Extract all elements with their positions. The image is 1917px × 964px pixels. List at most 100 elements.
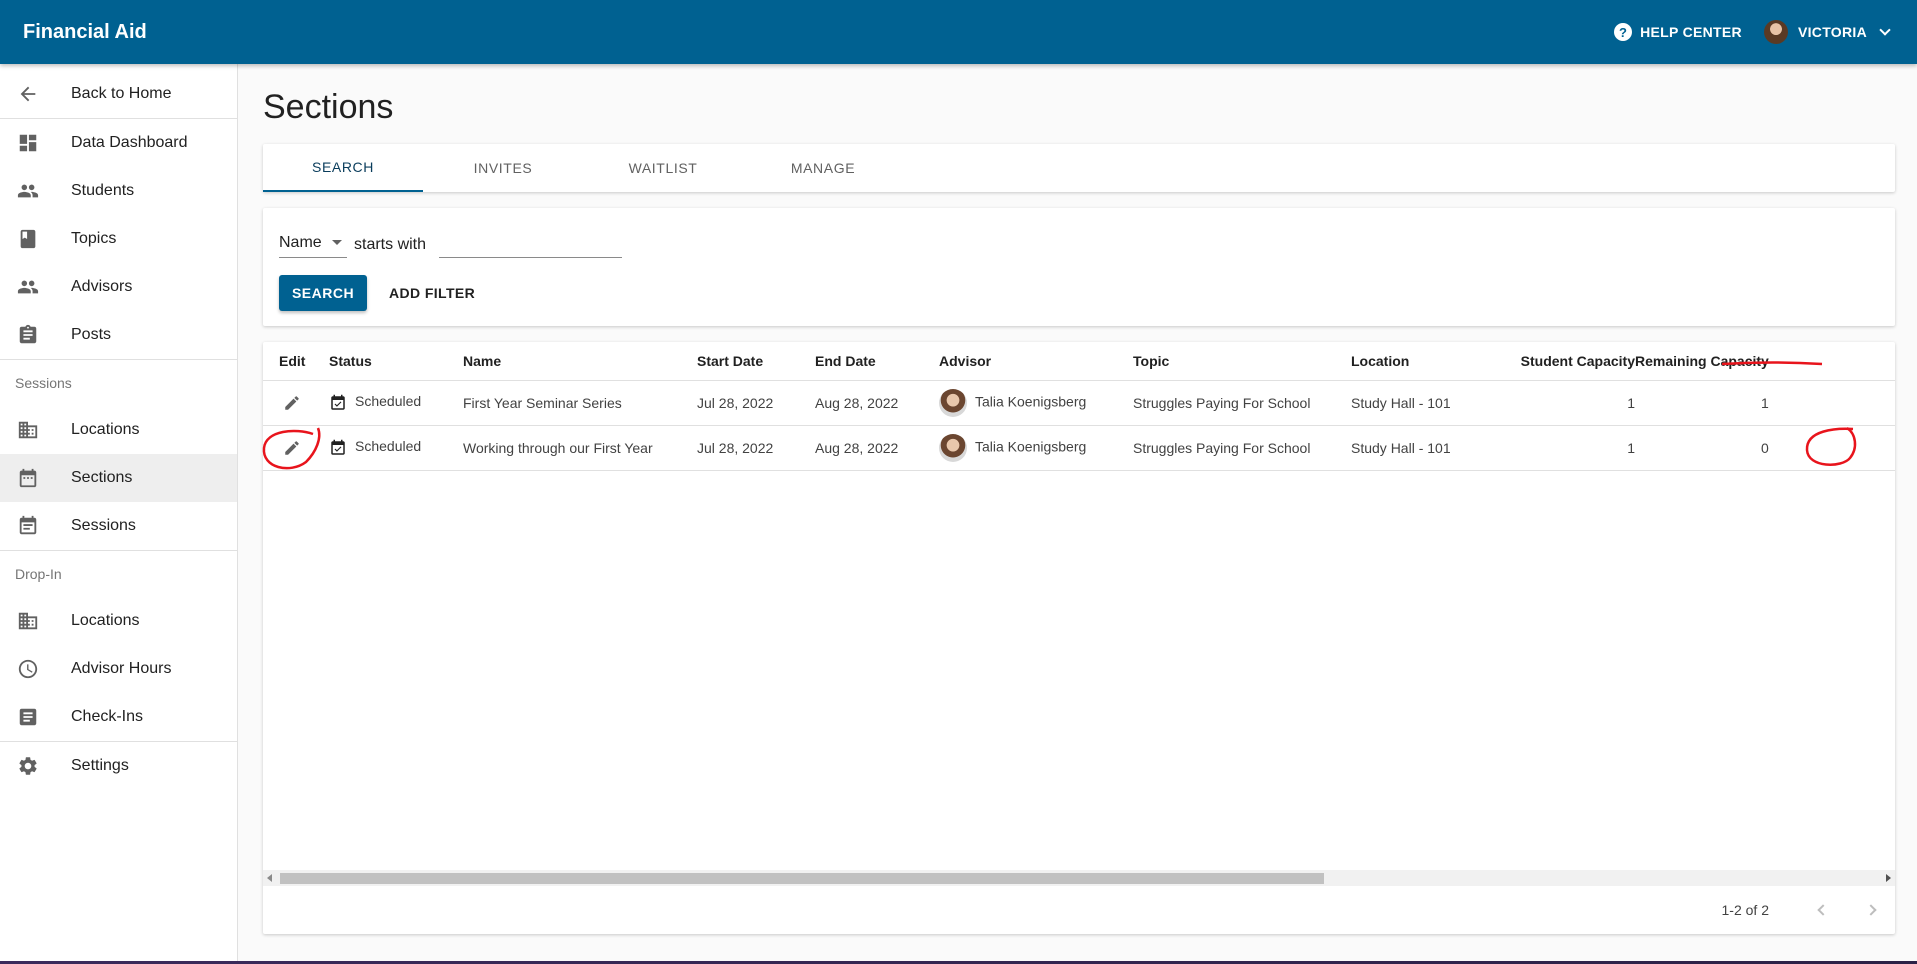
- end-date: Aug 28, 2022: [815, 379, 939, 425]
- sidebar-item-session-locations[interactable]: Locations: [0, 406, 237, 454]
- people-icon: [16, 275, 40, 299]
- sidebar-item-data-dashboard[interactable]: Data Dashboard: [0, 119, 237, 167]
- column-header-start-date[interactable]: Start Date: [697, 342, 815, 380]
- search-button[interactable]: SEARCH: [279, 275, 367, 311]
- sidebar-item-sessions[interactable]: Sessions: [0, 502, 237, 550]
- edit-pencil-icon[interactable]: [283, 438, 301, 455]
- filter-value-input[interactable]: [439, 228, 622, 258]
- sidebar-item-label: Advisor Hours: [71, 660, 172, 677]
- calendar-icon: [16, 466, 40, 490]
- sidebar-item-label: Sections: [71, 469, 133, 486]
- help-center-label: HELP CENTER: [1640, 24, 1742, 40]
- tab-manage[interactable]: MANAGE: [743, 144, 903, 192]
- advisor-avatar: [939, 433, 967, 462]
- column-header-edit: Edit: [279, 352, 306, 369]
- sidebar-item-topics[interactable]: Topics: [0, 215, 237, 263]
- column-header-name[interactable]: Name: [463, 342, 697, 380]
- clock-icon: [16, 657, 40, 681]
- sidebar-item-label: Advisors: [71, 278, 133, 295]
- pagination: 1-2 of 2: [1722, 886, 1895, 934]
- location: Study Hall - 101: [1351, 424, 1499, 471]
- filter-field-value: Name: [279, 233, 322, 251]
- help-icon: ?: [1614, 23, 1633, 41]
- column-header-student-capacity[interactable]: Student Capacity: [1499, 342, 1635, 380]
- column-header-remaining-capacity[interactable]: Remaining Capacity: [1635, 342, 1769, 380]
- event-available-icon: [329, 393, 355, 410]
- sidebar-item-advisors[interactable]: Advisors: [0, 263, 237, 311]
- end-date: Aug 28, 2022: [815, 424, 939, 471]
- sidebar-item-settings[interactable]: Settings: [0, 742, 237, 790]
- sections-table-card: Edit Status Name Start Date End Date Adv…: [263, 342, 1895, 934]
- sidebar-item-label: Posts: [71, 326, 112, 343]
- tab-search[interactable]: SEARCH: [263, 144, 423, 192]
- scroll-right-arrow-icon[interactable]: [1886, 874, 1891, 882]
- start-date: Jul 28, 2022: [697, 424, 815, 471]
- event-available-icon: [329, 438, 355, 455]
- advisor-avatar: [939, 388, 967, 417]
- sidebar-item-back-to-home[interactable]: Back to Home: [0, 70, 237, 118]
- column-header-end-date[interactable]: End Date: [815, 342, 939, 380]
- pagination-range: 1-2 of 2: [1721, 902, 1769, 918]
- student-capacity: 1: [1499, 424, 1635, 471]
- column-header-location[interactable]: Location: [1351, 342, 1499, 380]
- sidebar-item-label: Check-Ins: [71, 708, 144, 725]
- sidebar-item-label: Settings: [71, 757, 129, 774]
- tab-bar: SEARCH INVITES WAITLIST MANAGE: [263, 144, 1895, 192]
- location: Study Hall - 101: [1351, 379, 1499, 425]
- sidebar-item-label: Data Dashboard: [71, 134, 188, 151]
- scrollbar-thumb[interactable]: [280, 873, 1324, 884]
- sections-table: Edit Status Name Start Date End Date Adv…: [263, 342, 1895, 471]
- clipboard-icon: [16, 323, 40, 347]
- chevron-right-icon: [1865, 904, 1877, 916]
- sidebar-item-label: Topics: [71, 230, 117, 247]
- page-title: Sections: [263, 88, 394, 126]
- status-label: Scheduled: [355, 438, 422, 455]
- user-name: VICTORIA: [1797, 24, 1867, 40]
- scroll-left-arrow-icon[interactable]: [267, 874, 272, 882]
- app-title: Financial Aid: [23, 20, 147, 43]
- section-name: Working through our First Year: [463, 424, 697, 471]
- building-icon: [16, 418, 40, 442]
- people-icon: [16, 179, 40, 203]
- sidebar-item-check-ins[interactable]: Check-Ins: [0, 693, 237, 741]
- sidebar-item-students[interactable]: Students: [0, 167, 237, 215]
- tab-invites[interactable]: INVITES: [423, 144, 583, 192]
- sidebar-item-label: Students: [71, 182, 135, 199]
- next-page-button[interactable]: [1847, 886, 1895, 934]
- sidebar-item-label: Back to Home: [71, 85, 172, 102]
- app-bar: Financial Aid ? HELP CENTER VICTORIA: [0, 0, 1917, 64]
- dropdown-arrow-icon: [331, 240, 342, 245]
- filter-operator-label: starts with: [354, 236, 427, 253]
- sidebar-item-label: Locations: [71, 421, 140, 438]
- arrow-back-icon: [16, 82, 40, 106]
- sidebar-section-drop-in: Drop-In: [15, 566, 62, 582]
- filter-field-select[interactable]: Name: [279, 228, 347, 258]
- dashboard-icon: [16, 131, 40, 155]
- column-header-status[interactable]: Status: [329, 342, 463, 380]
- sidebar-item-advisor-hours[interactable]: Advisor Hours: [0, 645, 237, 693]
- sidebar-item-posts[interactable]: Posts: [0, 311, 237, 359]
- sidebar-item-dropin-locations[interactable]: Locations: [0, 597, 237, 645]
- tab-waitlist[interactable]: WAITLIST: [583, 144, 743, 192]
- remaining-capacity: 0: [1635, 424, 1769, 471]
- sidebar-item-sections[interactable]: Sections: [0, 454, 237, 502]
- column-header-topic[interactable]: Topic: [1133, 342, 1351, 380]
- sidebar-item-label: Sessions: [71, 517, 136, 534]
- help-center-button[interactable]: ? HELP CENTER: [1614, 23, 1742, 41]
- previous-page-button[interactable]: [1799, 886, 1847, 934]
- sidebar: Back to Home Data Dashboard Students Top…: [0, 64, 238, 964]
- user-menu-button[interactable]: VICTORIA: [1763, 20, 1891, 44]
- topic: Struggles Paying For School: [1133, 379, 1351, 425]
- book-icon: [16, 227, 40, 251]
- advisor-name: Talia Koenigsberg: [975, 393, 1087, 410]
- horizontal-scrollbar[interactable]: [263, 870, 1895, 886]
- chevron-left-icon: [1817, 904, 1829, 916]
- event-note-icon: [16, 514, 40, 538]
- edit-pencil-icon[interactable]: [283, 393, 301, 410]
- add-filter-button[interactable]: ADD FILTER: [375, 275, 489, 311]
- main-content: Sections SEARCH INVITES WAITLIST MANAGE …: [263, 64, 1895, 934]
- status-label: Scheduled: [355, 393, 422, 410]
- chevron-down-icon: [1879, 24, 1891, 36]
- column-header-advisor[interactable]: Advisor: [939, 342, 1133, 380]
- gear-icon: [16, 754, 40, 778]
